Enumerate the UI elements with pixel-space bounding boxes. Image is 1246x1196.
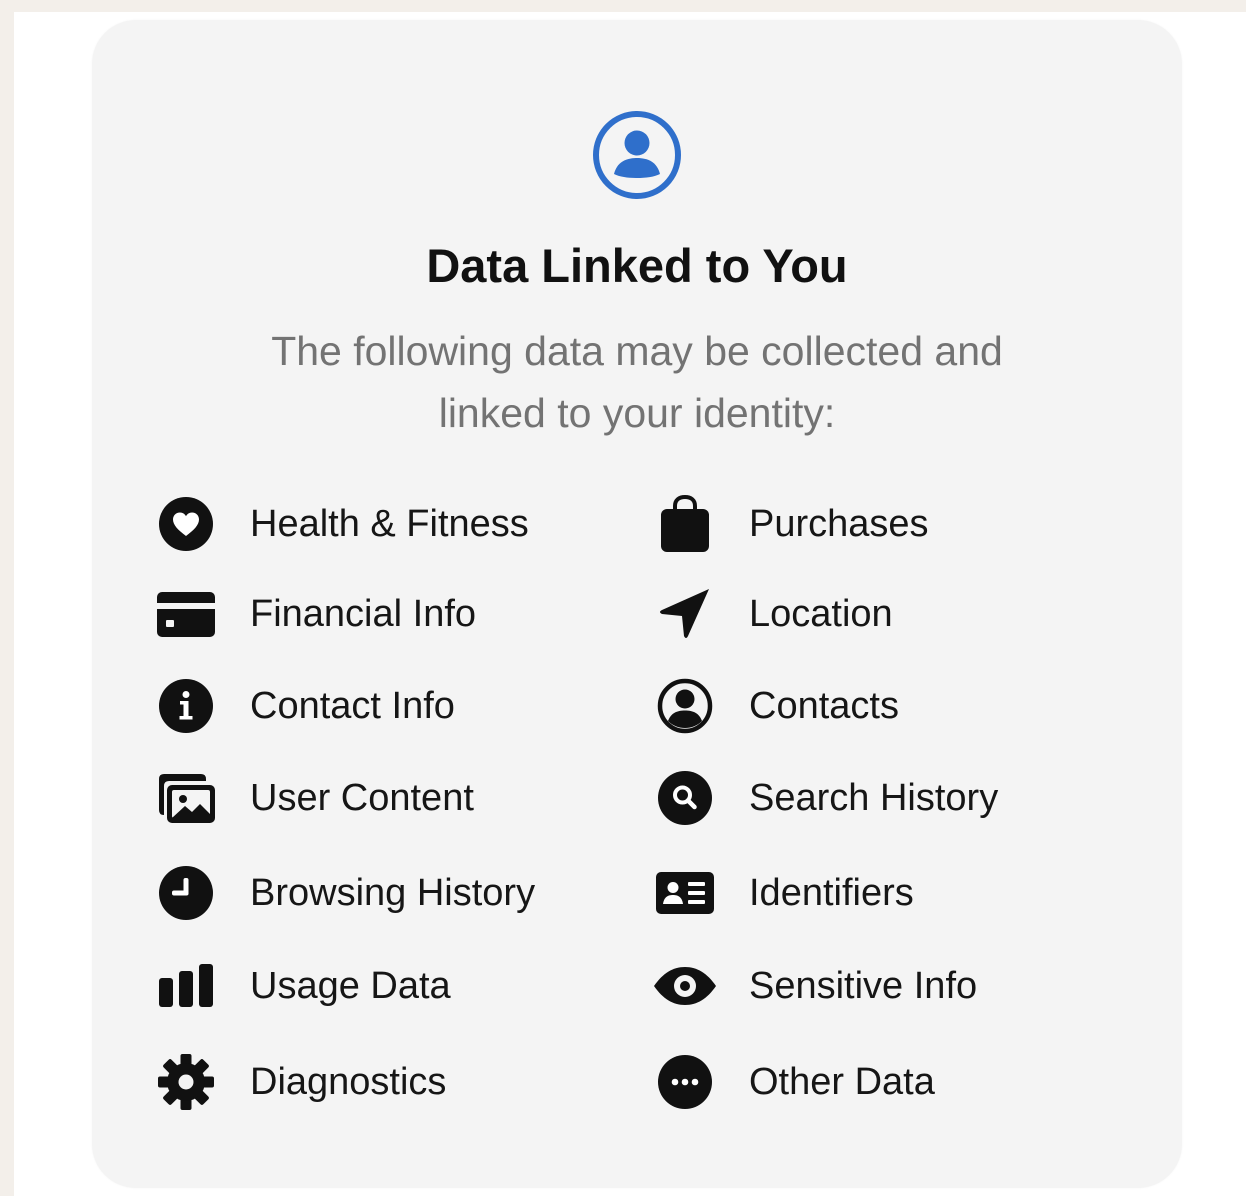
clock-icon <box>154 861 218 925</box>
data-item-label: Other Data <box>749 1061 935 1103</box>
shopping-bag-icon <box>653 492 717 556</box>
data-item-label: Contact Info <box>250 685 455 727</box>
data-item-label: Identifiers <box>749 872 914 914</box>
eye-icon <box>653 954 717 1018</box>
credit-card-icon <box>154 582 218 646</box>
data-item-label: Location <box>749 593 893 635</box>
data-item-label: Browsing History <box>250 872 536 914</box>
info-icon <box>154 674 218 738</box>
photos-icon <box>154 766 218 830</box>
data-item-label: Financial Info <box>250 593 477 635</box>
data-item-label: Search History <box>749 777 999 819</box>
bar-chart-icon <box>154 954 218 1018</box>
data-item-label: Sensitive Info <box>749 965 978 1007</box>
data-item-label: Diagnostics <box>250 1061 447 1103</box>
data-item-label: Usage Data <box>250 965 451 1007</box>
data-item-label: Health & Fitness <box>250 503 529 545</box>
location-arrow-icon <box>653 582 717 646</box>
data-item-label: Purchases <box>749 503 929 545</box>
search-icon <box>653 766 717 830</box>
id-card-icon <box>653 861 717 925</box>
ellipsis-icon <box>653 1050 717 1114</box>
data-item-label: User Content <box>250 777 474 819</box>
data-item-label: Contacts <box>749 685 899 727</box>
data-types-list: Health & Fitness Financial Info Contact … <box>0 0 1246 1196</box>
person-circle-icon <box>653 674 717 738</box>
gear-icon <box>154 1050 218 1114</box>
heart-icon <box>154 492 218 556</box>
